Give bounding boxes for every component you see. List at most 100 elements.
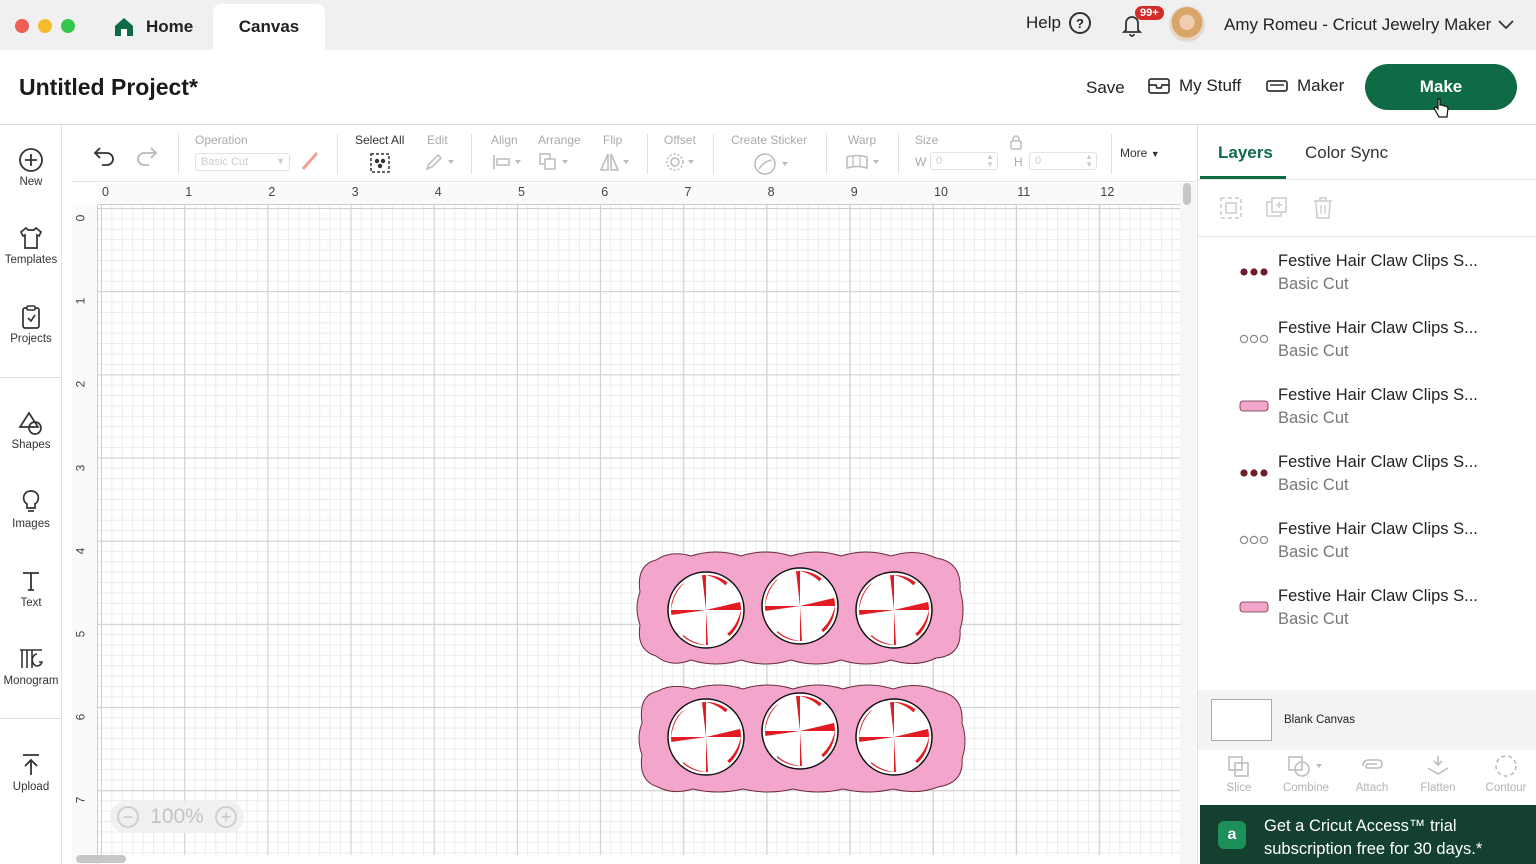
paperclip-icon: [1362, 759, 1383, 769]
ruler-x-label: 9: [850, 185, 858, 199]
layer-row[interactable]: Festive Hair Claw Clips S... Basic Cut: [1198, 438, 1528, 505]
height-value: 0: [1035, 155, 1042, 167]
sidebar-item-monogram[interactable]: Monogram: [0, 646, 62, 687]
tab-color-sync[interactable]: Color Sync: [1305, 143, 1388, 163]
duplicate-icon[interactable]: [1264, 195, 1290, 221]
my-stuff-button[interactable]: My Stuff: [1148, 76, 1241, 96]
arrange-icon[interactable]: [538, 152, 570, 172]
notification-badge: 99+: [1135, 6, 1164, 20]
more-button[interactable]: More ▼: [1120, 146, 1160, 160]
flip-label: Flip: [603, 133, 623, 147]
sidebar-item-text[interactable]: Text: [0, 568, 62, 609]
save-button[interactable]: Save: [1086, 78, 1125, 98]
user-name[interactable]: Amy Romeu - Cricut Jewelry Maker: [1224, 15, 1491, 35]
layer-row[interactable]: Festive Hair Claw Clips S... Basic Cut: [1198, 304, 1528, 371]
sidebar-item-new[interactable]: New: [0, 147, 62, 188]
cricut-access-logo: a: [1218, 821, 1246, 849]
layer-name: Festive Hair Claw Clips S...: [1278, 319, 1478, 337]
sidebar-item-templates[interactable]: Templates: [0, 225, 62, 266]
blank-canvas-row[interactable]: Blank Canvas: [1198, 690, 1536, 750]
select-all-icon[interactable]: [369, 152, 391, 174]
pen-color-swatch-icon[interactable]: [299, 150, 321, 172]
edit-toolbar: Operation Basic Cut ▼ Select All Edit Al…: [72, 126, 1196, 182]
zoom-in-button[interactable]: +: [215, 806, 237, 828]
ruler-vertical: 0 1 2 3 4 5 6 7: [72, 205, 98, 864]
warp-icon[interactable]: [845, 152, 881, 172]
sidebar-item-projects[interactable]: Projects: [0, 304, 62, 345]
sidebar-item-shapes[interactable]: Shapes: [0, 410, 62, 451]
sidebar-item-upload[interactable]: Upload: [0, 752, 62, 793]
horizontal-scroll-thumb[interactable]: [76, 855, 126, 863]
layer-row[interactable]: Festive Hair Claw Clips S... Basic Cut: [1198, 237, 1528, 304]
combine-button[interactable]: Combine: [1276, 754, 1336, 794]
lightbulb-icon: [22, 490, 40, 512]
layer-row[interactable]: Festive Hair Claw Clips S... Basic Cut: [1198, 572, 1528, 639]
ruler-x-label: 7: [684, 185, 692, 199]
peppermint-swirl-5: [761, 692, 839, 770]
lock-icon[interactable]: [1009, 134, 1023, 150]
layer-bottom-tools: Slice Combine Attach Flatten Contour: [1198, 750, 1536, 805]
sidebar-item-label: Templates: [4, 254, 58, 266]
peppermint-swirl-3: [855, 571, 933, 649]
cricut-access-promo-banner[interactable]: a Get a Cricut Access™ trial subscriptio…: [1200, 805, 1536, 864]
ruler-x-label: 0: [102, 185, 109, 199]
group-icon[interactable]: [1218, 195, 1244, 221]
redo-icon[interactable]: [135, 144, 159, 166]
peppermint-swirl-1: [667, 571, 745, 649]
offset-icon[interactable]: [664, 152, 696, 172]
align-icon[interactable]: [491, 152, 523, 172]
width-input[interactable]: 0 ▲ ▼: [930, 152, 998, 170]
toolbar-divider: [826, 134, 827, 174]
zoom-out-button[interactable]: −: [117, 806, 139, 828]
avatar[interactable]: [1169, 6, 1205, 42]
edit-pencil-icon[interactable]: [424, 152, 456, 172]
ruler-x-label: 12: [1100, 185, 1115, 199]
project-title[interactable]: Untitled Project*: [19, 74, 198, 101]
ruler-horizontal: 0 1 2 3 4 5 6 7 8 9 10 11 12: [98, 183, 1180, 205]
maker-button[interactable]: Maker: [1266, 76, 1344, 96]
layer-row[interactable]: Festive Hair Claw Clips S... Basic Cut: [1198, 371, 1528, 438]
chevron-down-icon[interactable]: [1497, 16, 1515, 34]
layer-row[interactable]: Festive Hair Claw Clips S... Basic Cut: [1198, 505, 1528, 572]
operation-select[interactable]: Basic Cut ▼: [195, 153, 290, 171]
sticker-icon[interactable]: [752, 152, 792, 176]
flip-icon[interactable]: [599, 152, 631, 172]
contour-label: Contour: [1485, 782, 1527, 794]
sidebar-item-images[interactable]: Images: [0, 489, 62, 530]
peppermint-swirl-2: [761, 567, 839, 645]
peppermint-swirl-4: [667, 698, 745, 776]
undo-icon[interactable]: [92, 144, 116, 166]
ruler-y-label: 5: [73, 630, 88, 638]
close-window-button[interactable]: [15, 19, 29, 33]
tab-layers[interactable]: Layers: [1218, 143, 1273, 163]
contour-button[interactable]: Contour: [1476, 754, 1536, 794]
toolbar-divider: [1111, 134, 1112, 174]
layer-operation: Basic Cut: [1278, 275, 1349, 293]
slice-button[interactable]: Slice: [1209, 754, 1269, 794]
slice-icon: [1228, 756, 1249, 777]
attach-button[interactable]: Attach: [1342, 754, 1402, 794]
minimize-window-button[interactable]: [38, 19, 52, 33]
vertical-scrollbar[interactable]: [1180, 183, 1196, 864]
sidebar-item-label: Monogram: [3, 675, 59, 687]
help-button[interactable]: Help ?: [1026, 12, 1091, 34]
shirt-icon: [19, 226, 43, 249]
blank-canvas-label: Blank Canvas: [1284, 714, 1355, 726]
contour-icon: [1495, 755, 1517, 777]
zoom-control: − 100% +: [110, 801, 244, 833]
height-input[interactable]: 0 ▲ ▼: [1029, 152, 1097, 170]
tab-canvas[interactable]: Canvas: [213, 4, 325, 50]
design-canvas[interactable]: 0 1 2 3 4 5 6 7 8 9 10 11 12 01234567 − 100% +: [72, 183, 1196, 864]
caret-down-icon: ▼: [1150, 149, 1160, 159]
hair-clip-design-bottom[interactable]: [638, 683, 968, 795]
ruler-x-label: 2: [268, 185, 276, 199]
maximize-window-button[interactable]: [61, 19, 75, 33]
tab-home[interactable]: Home: [106, 4, 206, 50]
flatten-button[interactable]: Flatten: [1408, 754, 1468, 794]
vertical-scroll-thumb[interactable]: [1183, 183, 1191, 205]
ruler-x-label: 1: [185, 185, 193, 199]
layer-name: Festive Hair Claw Clips S...: [1278, 587, 1478, 605]
active-tab-indicator: [1200, 176, 1286, 179]
hair-clip-design-top[interactable]: [636, 550, 966, 668]
trash-icon[interactable]: [1310, 195, 1336, 221]
